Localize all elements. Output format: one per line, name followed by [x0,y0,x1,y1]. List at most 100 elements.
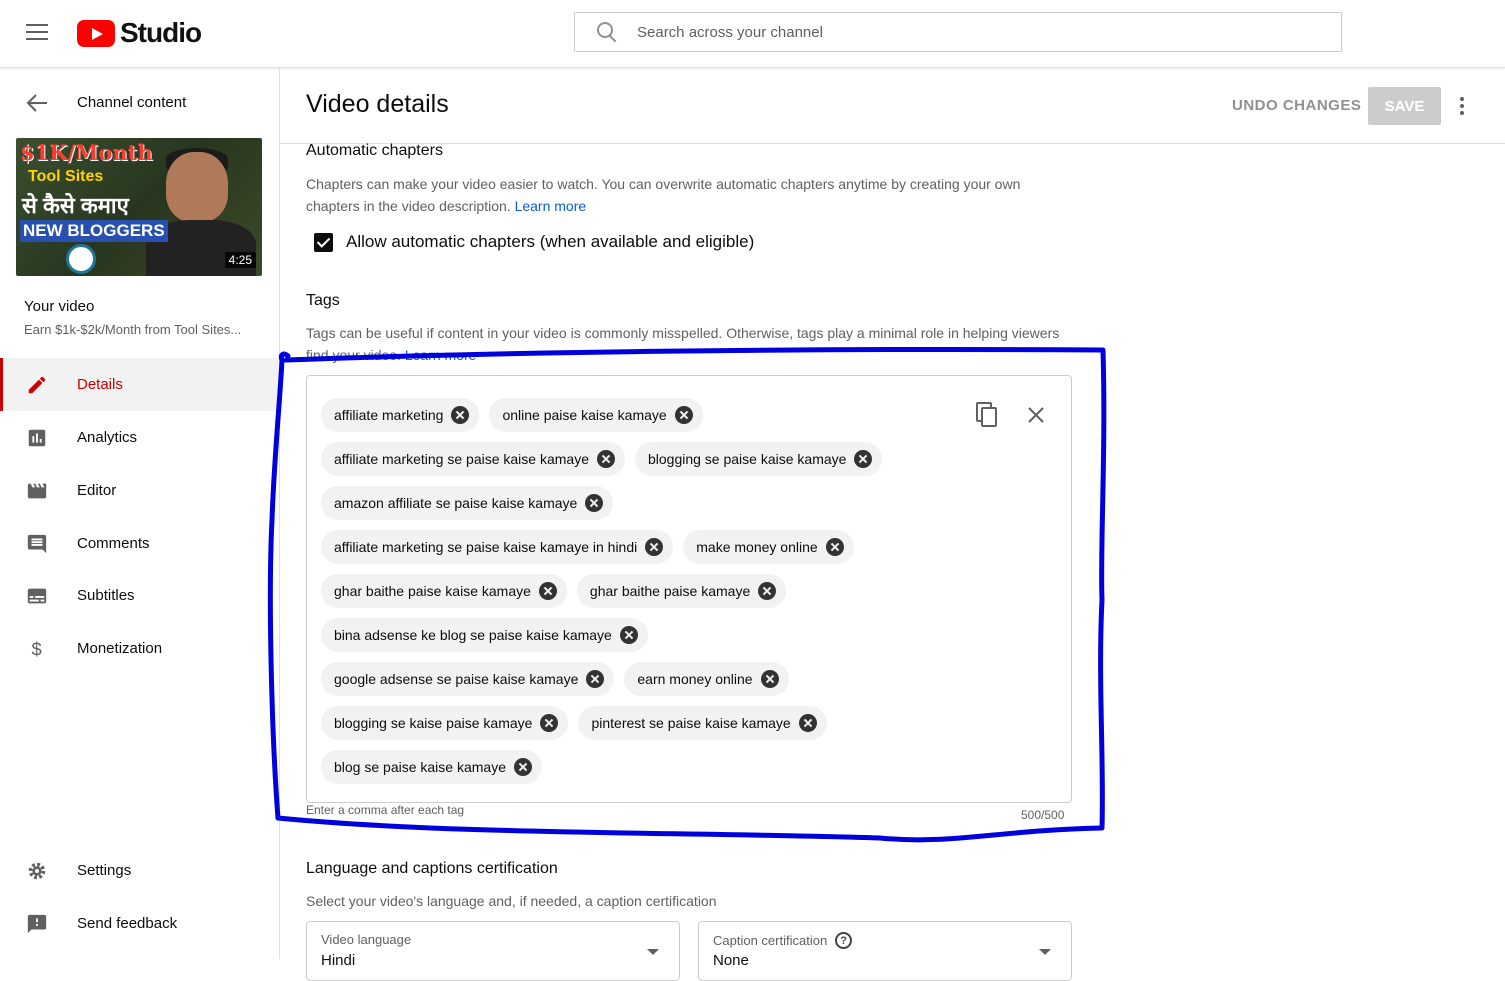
tag-label: make money online [696,539,818,555]
main-content: Video details UNDO CHANGES SAVE Automati… [280,68,1505,981]
search-input[interactable] [637,23,1317,41]
sidebar-item-settings[interactable]: Settings [0,844,280,897]
youtube-play-icon [77,19,115,47]
auto-chapters-option[interactable]: Allow automatic chapters (when available… [314,232,754,252]
thumbnail-face [166,152,228,222]
save-button[interactable]: SAVE [1368,87,1441,125]
clear-tags-icon[interactable] [1025,404,1047,426]
remove-tag-icon[interactable] [854,450,873,468]
comment-icon [27,534,47,554]
sidebar-item-monetization[interactable]: $ Monetization [0,622,280,675]
chapters-learn-more-link[interactable]: Learn more [515,198,587,214]
tag-label: affiliate marketing [334,407,444,423]
clapperboard-icon [27,483,47,499]
video-language-select[interactable]: Video language Hindi [306,921,680,981]
search-box[interactable] [574,12,1342,52]
your-video-label: Your video [24,298,95,315]
sidebar-item-label: Analytics [77,429,138,446]
tags-list: affiliate marketing online paise kaise ka… [321,398,981,794]
tag-label: affiliate marketing se paise kaise kamay… [334,539,638,555]
tag-label: google adsense se paise kaise kamaye [334,671,579,687]
video-thumbnail[interactable]: $1K/Month Tool Sites से कैसे कमाए NEW BL… [16,138,262,276]
remove-tag-icon[interactable] [674,406,693,424]
chapters-desc-text: Chapters can make your video easier to w… [306,176,1021,214]
tag-label: ghar baithe paise kamaye [589,583,751,599]
remove-tag-icon[interactable] [758,582,777,600]
tag-chip[interactable]: ghar baithe paise kaise kamaye [321,574,567,608]
sidebar-item-label: Send feedback [77,915,178,932]
tag-chip[interactable]: pinterest se paise kaise kamaye [578,706,827,740]
undo-changes-button[interactable]: UNDO CHANGES [1232,97,1361,114]
tags-character-counter: 500/500 [1021,808,1065,822]
sidebar-item-label: Settings [77,862,132,879]
back-to-channel-content[interactable]: Channel content [0,88,280,118]
sidebar-item-analytics[interactable]: Analytics [0,411,280,464]
tag-chip[interactable]: blogging se paise kaise kamaye [634,442,883,476]
help-icon[interactable]: ? [835,932,853,949]
remove-tag-icon[interactable] [825,538,844,556]
tag-label: online paise kaise kamaye [502,407,667,423]
tag-label: affiliate marketing se paise kaise kamay… [334,451,589,467]
remove-tag-icon[interactable] [538,582,557,600]
tag-label: blogging se kaise paise kamaye [334,715,533,731]
more-options-icon[interactable] [1460,97,1466,117]
tag-chip[interactable]: blog se paise kaise kamaye [321,750,542,784]
tag-chip[interactable]: affiliate marketing [321,398,480,432]
dropdown-arrow-icon [647,949,659,955]
tag-chip[interactable]: affiliate marketing se paise kaise kamay… [321,442,625,476]
sidebar-item-editor[interactable]: Editor [0,464,280,517]
tag-chip[interactable]: make money online [683,530,854,564]
caption-certification-label: Caption certification [713,933,828,948]
page-title: Video details [306,90,449,118]
back-arrow-icon [26,94,47,112]
sidebar-item-send-feedback[interactable]: Send feedback [0,897,280,950]
remove-tag-icon[interactable] [451,406,470,424]
tag-chip[interactable]: bina adsense ke blog se paise kaise kama… [321,618,648,652]
tags-helper-text: Enter a comma after each tag [306,803,465,817]
thumbnail-text-3: से कैसे कमाए [22,193,129,218]
gear-icon [28,862,46,880]
remove-tag-icon[interactable] [798,714,817,732]
tag-chip[interactable]: blogging se kaise paise kamaye [321,706,569,740]
remove-tag-icon[interactable] [619,626,638,644]
dollar-icon: $ [32,638,42,659]
remove-tag-icon[interactable] [540,714,559,732]
sidebar-item-label: Subtitles [77,587,135,604]
tag-chip[interactable]: google adsense se paise kaise kamaye [321,662,615,696]
tags-input-box[interactable]: affiliate marketing online paise kaise ka… [306,375,1072,803]
remove-tag-icon[interactable] [586,670,605,688]
auto-chapters-checkbox[interactable] [314,232,333,252]
remove-tag-icon[interactable] [760,670,779,688]
subtitles-icon [27,588,47,604]
sidebar-item-subtitles[interactable]: Subtitles [0,569,280,622]
sidebar-item-label: Details [77,376,123,393]
chapters-description: Chapters can make your video easier to w… [306,173,1066,217]
remove-tag-icon[interactable] [645,538,664,556]
menu-icon[interactable] [26,24,48,42]
chapters-title: Automatic chapters [306,142,443,159]
thumbnail-text-1: $1K/Month [20,140,153,165]
remove-tag-icon[interactable] [596,450,615,468]
caption-certification-select[interactable]: Caption certification? None [698,921,1072,981]
thumbnail-text-2: Tool Sites [28,168,104,185]
remove-tag-icon[interactable] [514,758,532,776]
dropdown-arrow-icon [1039,949,1051,955]
tag-chip[interactable]: amazon affiliate se paise kaise kamaye [321,486,614,520]
pencil-icon [28,376,46,394]
tag-chip[interactable]: ghar baithe paise kamaye [576,574,787,608]
sidebar-item-details[interactable]: Details [0,358,280,411]
language-title: Language and captions certification [306,860,558,877]
tag-chip[interactable]: affiliate marketing se paise kaise kamay… [321,530,674,564]
remove-tag-icon[interactable] [585,494,604,512]
sidebar-item-label: Monetization [77,640,163,657]
sidebar: Channel content $1K/Month Tool Sites से … [0,68,280,959]
top-bar: Studio [0,0,1505,68]
copy-icon[interactable] [975,402,999,428]
tags-learn-more-link[interactable]: Learn more [405,347,477,363]
feedback-icon [27,914,47,934]
tag-label: blogging se paise kaise kamaye [647,451,847,467]
tag-chip[interactable]: online paise kaise kamaye [489,398,703,432]
sidebar-item-comments[interactable]: Comments [0,517,280,570]
youtube-studio-logo[interactable]: Studio [77,17,202,49]
tag-chip[interactable]: earn money online [624,662,789,696]
